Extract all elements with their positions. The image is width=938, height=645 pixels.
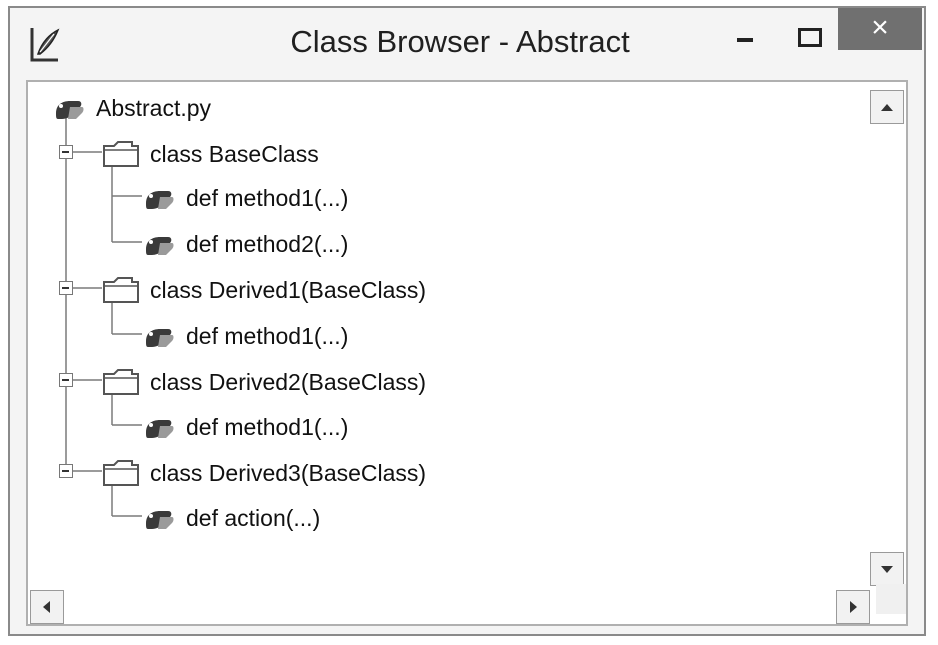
tree-item-label: def method1(...) bbox=[186, 413, 349, 440]
tree-item-method[interactable]: def method2(...) bbox=[142, 224, 348, 260]
tree-item-label: class Derived2(BaseClass) bbox=[150, 368, 427, 395]
python-method-icon bbox=[146, 328, 174, 347]
scroll-up-arrow-icon bbox=[881, 104, 893, 111]
python-method-icon bbox=[146, 190, 174, 209]
tree-item-label: def method2(...) bbox=[186, 230, 349, 257]
tree-item-method[interactable]: def method1(...) bbox=[142, 316, 348, 352]
folder-icon bbox=[103, 459, 139, 486]
collapse-toggle[interactable] bbox=[59, 281, 73, 295]
title-bar[interactable]: Class Browser - Abstract × bbox=[10, 8, 924, 80]
maximize-button[interactable] bbox=[784, 8, 834, 52]
minimize-button[interactable] bbox=[720, 8, 770, 52]
tree-item-label: class Derived3(BaseClass) bbox=[150, 459, 427, 486]
tree-item-class[interactable]: class BaseClass bbox=[102, 134, 319, 170]
scroll-right-button[interactable] bbox=[836, 590, 870, 624]
python-method-icon bbox=[146, 236, 174, 255]
class-browser-window: Class Browser - Abstract × Abstract.py c… bbox=[8, 6, 926, 636]
tree-item-class[interactable]: class Derived3(BaseClass) bbox=[102, 453, 426, 489]
close-button[interactable]: × bbox=[838, 8, 922, 50]
size-grip[interactable] bbox=[876, 584, 906, 614]
tree-item-method[interactable]: def action(...) bbox=[142, 498, 320, 534]
scroll-right-arrow-icon bbox=[850, 601, 857, 613]
close-icon: × bbox=[871, 11, 889, 44]
scroll-left-arrow-icon bbox=[43, 601, 50, 613]
tree-item-class[interactable]: class Derived1(BaseClass) bbox=[102, 270, 426, 306]
collapse-toggle[interactable] bbox=[59, 373, 73, 387]
folder-icon bbox=[103, 368, 139, 395]
tree-item-label: Abstract.py bbox=[96, 94, 212, 121]
folder-icon bbox=[103, 276, 139, 303]
scroll-left-button[interactable] bbox=[30, 590, 64, 624]
tree-item-label: class BaseClass bbox=[150, 140, 319, 167]
tree-item-method[interactable]: def method1(...) bbox=[142, 178, 348, 214]
python-method-icon bbox=[146, 419, 174, 438]
class-tree[interactable]: Abstract.py class BaseClass def method1(… bbox=[26, 80, 908, 626]
folder-icon bbox=[103, 140, 139, 167]
tree-item-label: class Derived1(BaseClass) bbox=[150, 276, 427, 303]
tree-item-label: def method1(...) bbox=[186, 184, 349, 211]
python-module-icon bbox=[56, 100, 84, 119]
collapse-toggle[interactable] bbox=[59, 464, 73, 478]
window-title: Class Browser - Abstract bbox=[290, 24, 630, 59]
tree-item-label: def action(...) bbox=[186, 504, 321, 531]
tree-item-label: def method1(...) bbox=[186, 322, 349, 349]
idle-feather-icon bbox=[30, 28, 60, 62]
tree-item-method[interactable]: def method1(...) bbox=[142, 407, 348, 443]
scroll-up-button[interactable] bbox=[870, 90, 904, 124]
tree-root-module[interactable]: Abstract.py bbox=[52, 88, 211, 124]
scroll-down-arrow-icon bbox=[881, 566, 893, 573]
minimize-icon bbox=[737, 38, 753, 42]
scroll-down-button[interactable] bbox=[870, 552, 904, 586]
tree-item-class[interactable]: class Derived2(BaseClass) bbox=[102, 362, 426, 398]
collapse-toggle[interactable] bbox=[59, 145, 73, 159]
python-method-icon bbox=[146, 510, 174, 529]
maximize-icon bbox=[798, 28, 822, 47]
